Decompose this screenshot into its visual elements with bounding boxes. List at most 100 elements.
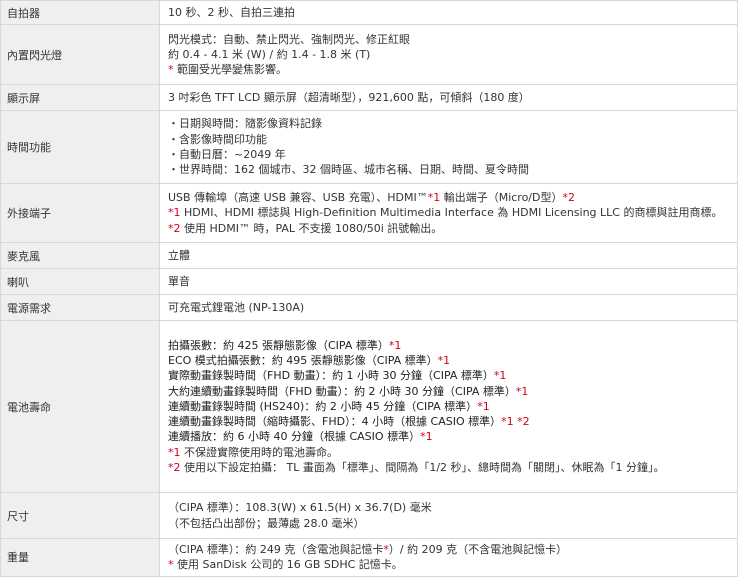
spec-value-line: 連續播放：約 6 小時 40 分鐘（根據 CASIO 標準）*1	[168, 429, 731, 444]
spec-text: 連續動畫錄製時間 (HS240)：約 2 小時 45 分鐘（CIPA 標準）	[168, 399, 478, 413]
spec-value-line: 10 秒、2 秒、自拍三連拍	[168, 5, 731, 20]
spec-table-body: 自拍器 10 秒、2 秒、自拍三連拍 內置閃光燈 閃光模式：自動、禁止閃光、強制閃光、…	[0, 0, 738, 577]
spec-row: 重量 （CIPA 標準）：約 249 克（含電池與記憶卡 * ）/ 約 209 克（不…	[0, 538, 738, 577]
spec-text: 10 秒、2 秒、自拍三連拍	[168, 5, 295, 19]
spec-text: 不保證實際使用時的電池壽命。	[180, 445, 338, 459]
spec-text: ・日期與時間：隨影像資料記錄	[168, 117, 322, 131]
spec-text: 拍攝張數：約 425 張靜態影像（CIPA 標準）	[168, 338, 389, 352]
spec-value-line: *2 使用以下設定拍攝： TL 畫面為「標準」、間隔為「1/2 秒」、總時間為「…	[168, 460, 731, 475]
spec-text: ・世界時間：162 個城市、32 個時區、城市名稱、日期、時間、夏令時間	[168, 163, 529, 177]
spec-value: 立體	[159, 242, 738, 269]
spec-label: 顯示屏	[0, 84, 160, 111]
spec-text: （CIPA 標準）：108.3(W) x 61.5(H) x 36.7(D) 毫…	[168, 501, 432, 515]
spec-value-line: * 範圍受光學變焦影響。	[168, 62, 731, 77]
spec-value: 3 吋彩色 TFT LCD 顯示屏（超清晰型），921,600 點，可傾斜（18…	[159, 84, 738, 111]
spec-value: 可充電式鋰電池 (NP-130A)	[159, 294, 738, 321]
spec-text: ・自動日曆：~2049 年	[168, 148, 286, 161]
spec-text: ECO 模式拍攝張數：約 495 張靜態影像（CIPA 標準）	[168, 353, 438, 367]
spec-label: 自拍器	[0, 0, 160, 25]
spec-value-line: 單音	[168, 274, 731, 289]
spec-text: 輸出端子（Micro/D型）	[440, 191, 563, 205]
spec-value-line: 閃光模式：自動、禁止閃光、強制閃光、修正紅眼	[168, 32, 731, 47]
spec-text: 單音	[168, 274, 190, 288]
spec-value: 閃光模式：自動、禁止閃光、強制閃光、修正紅眼約 0.4 - 4.1 米 (W) …	[159, 24, 738, 85]
footnote-marker: *1	[168, 445, 181, 459]
spec-text: HDMI、HDMI 標誌與 High-Definition Multimedia…	[180, 206, 723, 220]
footnote-marker: *1	[515, 384, 529, 398]
footnote-marker: *1 *2	[501, 415, 530, 429]
spec-value-line: 連續動畫錄製時間 (HS240)：約 2 小時 45 分鐘（CIPA 標準）*1	[168, 399, 731, 414]
spec-label: 電源需求	[0, 294, 160, 321]
spec-row: 電池壽命 拍攝張數：約 425 張靜態影像（CIPA 標準）*1 ECO 模式拍攝張…	[0, 320, 738, 493]
spec-text: 範圍受光學變焦影響。	[177, 63, 287, 77]
spec-value: （CIPA 標準）：約 249 克（含電池與記憶卡 * ）/ 約 209 克（不含電…	[159, 538, 738, 577]
spec-label: 尺寸	[0, 492, 160, 539]
spec-value-line: 連續動畫錄製時間（縮時攝影、FHD）：4 小時（根據 CASIO 標準）*1 *…	[168, 414, 731, 429]
spec-label: 麥克風	[0, 242, 160, 269]
spec-text: 使用以下設定拍攝： TL 畫面為「標準」、間隔為「1/2 秒」、總時間為「關閉」…	[180, 461, 665, 475]
spec-row: 電源需求 可充電式鋰電池 (NP-130A)	[0, 294, 738, 321]
spec-label: 外接端子	[0, 183, 160, 243]
footnote-marker: *1	[427, 191, 441, 205]
footnote-marker: *2	[562, 191, 575, 205]
spec-text: 實際動畫錄製時間（FHD 動畫）：約 1 小時 30 分鐘（CIPA 標準）	[168, 369, 494, 383]
spec-value-line: 3 吋彩色 TFT LCD 顯示屏（超清晰型），921,600 點，可傾斜（18…	[168, 90, 731, 105]
spec-text: 3 吋彩色 TFT LCD 顯示屏（超清晰型），921,600 點，可傾斜（18…	[168, 90, 530, 104]
spec-row: 外接端子 USB 傳輸埠（高速 USB 兼容、USB 充電）、HDMI™*1 輸出…	[0, 183, 738, 243]
spec-value: 單音	[159, 268, 738, 295]
spec-value: （CIPA 標準）：108.3(W) x 61.5(H) x 36.7(D) 毫…	[159, 492, 738, 539]
footnote-marker: *1	[437, 353, 451, 367]
spec-row: 麥克風 立體	[0, 242, 738, 269]
footnote-marker: *1	[477, 399, 490, 413]
footnote-marker: *1	[493, 369, 507, 383]
spec-value-line: ・含影像時間印功能	[168, 132, 731, 147]
spec-text: ）/ 約 209 克（不含電池與記憶卡）	[388, 543, 568, 556]
spec-label: 重量	[0, 538, 160, 577]
spec-row: 時間功能 ・日期與時間：隨影像資料記錄 ・含影像時間印功能・自動日曆：~2049 年…	[0, 110, 738, 184]
spec-value: 10 秒、2 秒、自拍三連拍	[159, 0, 738, 25]
spec-text: 大約連續動畫錄製時間（FHD 動畫）：約 2 小時 30 分鐘（CIPA 標準）	[168, 384, 516, 398]
spec-value: 拍攝張數：約 425 張靜態影像（CIPA 標準）*1 ECO 模式拍攝張數：約 …	[159, 320, 738, 493]
spec-value-line: ・自動日曆：~2049 年	[168, 147, 731, 162]
spec-value: USB 傳輸埠（高速 USB 兼容、USB 充電）、HDMI™*1 輸出端子（M…	[159, 183, 738, 243]
spec-value-line: ・世界時間：162 個城市、32 個時區、城市名稱、日期、時間、夏令時間	[168, 162, 731, 177]
footnote-marker: *1	[388, 338, 402, 352]
spec-value-line: （CIPA 標準）：約 249 克（含電池與記憶卡*）/ 約 209 克（不含電…	[168, 542, 731, 557]
spec-label: 內置閃光燈	[0, 24, 160, 85]
spec-text: 連續播放：約 6 小時 40 分鐘（根據 CASIO 標準）	[168, 430, 421, 444]
spec-value: ・日期與時間：隨影像資料記錄 ・含影像時間印功能・自動日曆：~2049 年・世界時…	[159, 110, 738, 184]
footnote-marker: *	[168, 63, 177, 77]
spec-value-line: USB 傳輸埠（高速 USB 兼容、USB 充電）、HDMI™*1 輸出端子（M…	[168, 190, 731, 205]
spec-text: 連續動畫錄製時間（縮時攝影、FHD）：4 小時（根據 CASIO 標準）	[168, 415, 502, 429]
footnote-marker: *1	[168, 206, 181, 220]
spec-text: 立體	[168, 248, 190, 262]
spec-value-line: *1 HDMI、HDMI 標誌與 High-Definition Multime…	[168, 205, 731, 220]
spec-value-line: 立體	[168, 248, 731, 263]
spec-label: 時間功能	[0, 110, 160, 184]
spec-value-line: ・日期與時間：隨影像資料記錄	[168, 116, 731, 131]
spec-value-line: ECO 模式拍攝張數：約 495 張靜態影像（CIPA 標準）*1	[168, 353, 731, 368]
spec-text: 可充電式鋰電池 (NP-130A)	[168, 300, 305, 314]
spec-value-line: （不包括凸出部份；最薄處 28.0 毫米）	[168, 516, 731, 531]
spec-text: 約 0.4 - 4.1 米 (W) / 約 1.4 - 1.8 米 (T)	[168, 47, 371, 61]
spec-value-line: 可充電式鋰電池 (NP-130A)	[168, 300, 731, 315]
footnote-marker: *2	[168, 461, 181, 475]
spec-text: 使用 SanDisk 公司的 16 GB SDHC 記憶卡。	[177, 558, 403, 572]
spec-label: 喇叭	[0, 268, 160, 295]
footnote-marker: *2	[168, 221, 181, 235]
spec-value-line: 約 0.4 - 4.1 米 (W) / 約 1.4 - 1.8 米 (T)	[168, 47, 731, 62]
spec-value-line: * 使用 SanDisk 公司的 16 GB SDHC 記憶卡。	[168, 557, 731, 572]
spec-text: USB 傳輸埠（高速 USB 兼容、USB 充電）、HDMI™	[168, 191, 428, 205]
spec-value-line: *1 不保證實際使用時的電池壽命。	[168, 445, 731, 460]
spec-row: 內置閃光燈 閃光模式：自動、禁止閃光、強制閃光、修正紅眼約 0.4 - 4.1 米…	[0, 24, 738, 85]
spec-text: ・含影像時間印功能	[168, 132, 267, 146]
spec-value-line: *2 使用 HDMI™ 時，PAL 不支援 1080/50i 訊號輸出。	[168, 221, 731, 236]
spec-value-line: （CIPA 標準）：108.3(W) x 61.5(H) x 36.7(D) 毫…	[168, 500, 731, 515]
spec-row: 尺寸 （CIPA 標準）：108.3(W) x 61.5(H) x 36.7(D)…	[0, 492, 738, 539]
spec-value-line: 實際動畫錄製時間（FHD 動畫）：約 1 小時 30 分鐘（CIPA 標準）*1	[168, 368, 731, 383]
spec-table: 自拍器 10 秒、2 秒、自拍三連拍 內置閃光燈 閃光模式：自動、禁止閃光、強制閃光、…	[0, 0, 738, 577]
spec-label: 電池壽命	[0, 320, 160, 493]
spec-text: 使用 HDMI™ 時，PAL 不支援 1080/50i 訊號輸出。	[180, 221, 443, 235]
footnote-marker: *1	[420, 430, 433, 444]
spec-value-line: 大約連續動畫錄製時間（FHD 動畫）：約 2 小時 30 分鐘（CIPA 標準）…	[168, 384, 731, 399]
